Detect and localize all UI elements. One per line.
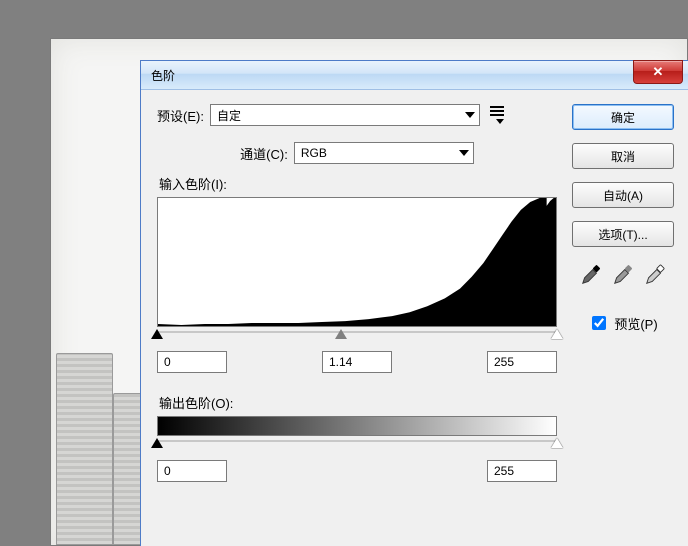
chevron-down-icon <box>465 112 475 118</box>
eyedropper-black-icon[interactable] <box>580 264 602 286</box>
preset-value: 自定 <box>217 107 241 124</box>
preset-label: 预设(E): <box>157 106 204 125</box>
input-values-row: 0 1.14 255 <box>157 351 557 373</box>
out-shadow-input[interactable]: 0 <box>157 460 227 482</box>
highlight-thumb[interactable] <box>551 329 563 339</box>
histogram <box>157 197 557 327</box>
channel-value: RGB <box>301 146 327 160</box>
highlight-input[interactable]: 255 <box>487 351 557 373</box>
eyedropper-white-icon[interactable] <box>644 264 666 286</box>
output-levels-label: 输出色阶(O): <box>159 393 557 412</box>
auto-button[interactable]: 自动(A) <box>572 182 674 208</box>
title-bar[interactable]: 色阶 ✕ <box>141 60 688 90</box>
out-highlight-thumb[interactable] <box>551 438 563 448</box>
preset-menu-icon[interactable] <box>490 106 504 124</box>
gamma-thumb[interactable] <box>335 329 347 339</box>
close-button[interactable]: ✕ <box>633 60 683 84</box>
input-levels-label: 输入色阶(I): <box>159 174 557 193</box>
out-shadow-thumb[interactable] <box>151 438 163 448</box>
options-button[interactable]: 选项(T)... <box>572 221 674 247</box>
chevron-down-icon <box>459 150 469 156</box>
output-gradient <box>157 416 557 436</box>
dialog-title: 色阶 <box>151 67 175 84</box>
output-values-row: 0 255 <box>157 460 557 482</box>
levels-dialog: 色阶 ✕ 预设(E): 自定 确定 取消 <box>140 60 688 546</box>
levels-panel: 通道(C): RGB 输入色阶(I): <box>157 142 557 518</box>
eyedropper-gray-icon[interactable] <box>612 264 634 286</box>
gamma-input[interactable]: 1.14 <box>322 351 392 373</box>
button-column: 确定 取消 自动(A) 选项(T)... 预览 <box>573 104 673 333</box>
channel-label: 通道(C): <box>240 144 288 163</box>
out-highlight-input[interactable]: 255 <box>487 460 557 482</box>
preview-checkbox[interactable]: 预览(P) <box>588 313 657 333</box>
preview-label: 预览(P) <box>614 314 657 333</box>
shadow-input[interactable]: 0 <box>157 351 227 373</box>
output-slider[interactable] <box>157 438 557 452</box>
preset-dropdown[interactable]: 自定 <box>210 104 480 126</box>
preview-input[interactable] <box>592 316 606 330</box>
cancel-button[interactable]: 取消 <box>572 143 674 169</box>
eyedropper-row <box>580 264 666 286</box>
channel-dropdown[interactable]: RGB <box>294 142 474 164</box>
close-icon: ✕ <box>653 64 664 80</box>
ok-button[interactable]: 确定 <box>572 104 674 130</box>
channel-row: 通道(C): RGB <box>157 142 557 164</box>
input-slider[interactable] <box>157 329 557 343</box>
shadow-thumb[interactable] <box>151 329 163 339</box>
